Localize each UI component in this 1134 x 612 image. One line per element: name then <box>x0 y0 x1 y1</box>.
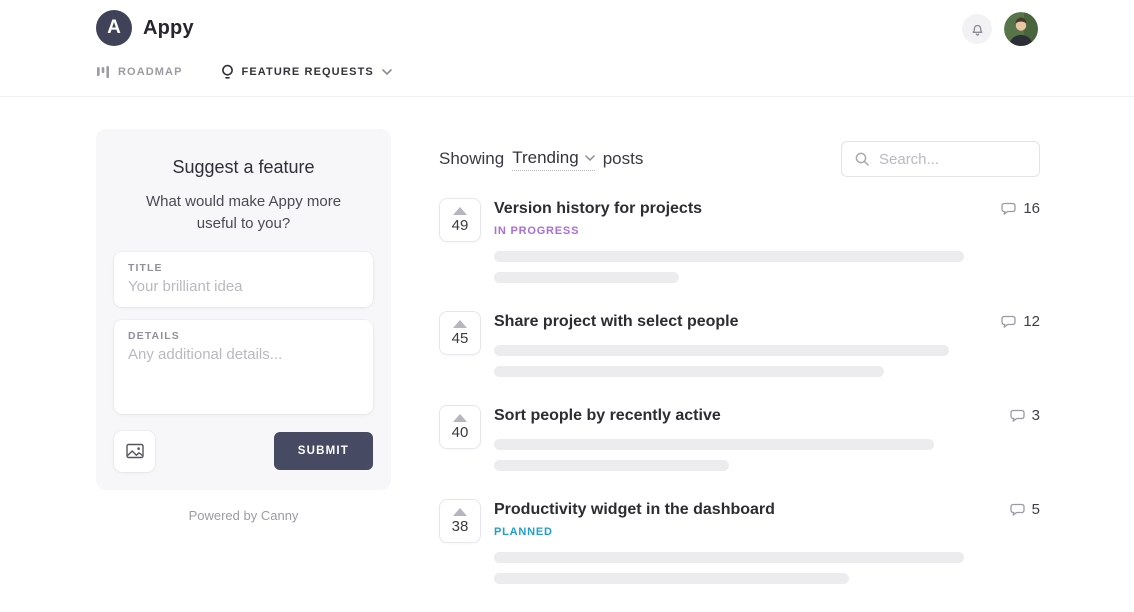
notifications-button[interactable] <box>962 14 992 44</box>
board-header: Showing Trending posts <box>439 141 1040 177</box>
comment-count-value: 12 <box>1023 313 1040 330</box>
details-field-box: DETAILS <box>114 320 373 414</box>
upvote-arrow-icon <box>453 320 467 328</box>
comment-bubble-icon <box>1000 201 1017 217</box>
upvote-button[interactable]: 45 <box>439 311 481 355</box>
title-field-label: TITLE <box>128 262 359 274</box>
app-name: Appy <box>143 17 194 40</box>
showing-prefix: Showing <box>439 149 504 169</box>
chevron-down-icon <box>585 155 595 161</box>
post-row: 38 Productivity widget in the dashboard … <box>439 499 1040 584</box>
post-row: 40 Sort people by recently active 3 <box>439 405 1040 471</box>
upvote-button[interactable]: 49 <box>439 198 481 242</box>
status-badge: PLANNED <box>494 526 1040 538</box>
upvote-button[interactable]: 38 <box>439 499 481 543</box>
suggest-feature-subheading: What would make Appy more useful to you? <box>132 191 355 235</box>
bell-icon <box>970 22 985 37</box>
post-body: Sort people by recently active 3 <box>494 405 1040 471</box>
search-icon <box>854 151 870 167</box>
showing-sort-control: Showing Trending posts <box>439 148 643 171</box>
skeleton-text-bar <box>494 272 679 283</box>
post-body: Share project with select people 12 <box>494 311 1040 377</box>
comment-count[interactable]: 16 <box>1000 200 1040 217</box>
title-input[interactable] <box>128 278 359 295</box>
app-header: A Appy <box>0 0 1134 97</box>
sort-dropdown[interactable]: Trending <box>512 148 594 171</box>
upvote-arrow-icon <box>453 207 467 215</box>
post-title[interactable]: Version history for projects <box>494 200 702 218</box>
nav-feature-requests[interactable]: FEATURE REQUESTS <box>221 64 392 80</box>
posts-list: 49 Version history for projects 16 IN PR… <box>439 198 1040 584</box>
title-field-box: TITLE <box>114 252 373 307</box>
powered-by-canny[interactable]: Powered by Canny <box>96 508 391 523</box>
post-body: Version history for projects 16 IN PROGR… <box>494 198 1040 283</box>
upvote-arrow-icon <box>453 414 467 422</box>
user-avatar[interactable] <box>1004 12 1038 46</box>
comment-bubble-icon <box>1009 502 1026 518</box>
showing-suffix: posts <box>603 149 644 169</box>
post-title[interactable]: Sort people by recently active <box>494 407 721 425</box>
upvote-arrow-icon <box>453 508 467 516</box>
comment-count-value: 16 <box>1023 200 1040 217</box>
status-badge: IN PROGRESS <box>494 225 1040 237</box>
suggest-form-footer: SUBMIT <box>114 431 373 472</box>
board-nav: ROADMAP FEATURE REQUESTS <box>96 64 392 80</box>
brand: A Appy <box>96 10 194 46</box>
upvote-button[interactable]: 40 <box>439 405 481 449</box>
comment-count-value: 5 <box>1032 501 1040 518</box>
vote-count: 45 <box>452 331 469 346</box>
app-logo: A <box>96 10 132 46</box>
attach-image-button[interactable] <box>114 431 155 472</box>
post-row: 49 Version history for projects 16 IN PR… <box>439 198 1040 283</box>
skeleton-text-bar <box>494 573 849 584</box>
comment-count-value: 3 <box>1032 407 1040 424</box>
post-title[interactable]: Share project with select people <box>494 313 739 331</box>
lightbulb-icon <box>221 64 234 80</box>
image-icon <box>126 443 144 459</box>
suggest-feature-card: Suggest a feature What would make Appy m… <box>96 129 391 490</box>
post-body: Productivity widget in the dashboard 5 P… <box>494 499 1040 584</box>
posts-board: Showing Trending posts 49 <box>439 141 1040 612</box>
details-field-label: DETAILS <box>128 330 359 342</box>
search-input[interactable] <box>879 151 1027 168</box>
suggest-feature-heading: Suggest a feature <box>114 157 373 178</box>
header-actions <box>962 12 1038 46</box>
vote-count: 38 <box>452 519 469 534</box>
post-row: 45 Share project with select people 12 <box>439 311 1040 377</box>
nav-feature-requests-label: FEATURE REQUESTS <box>242 66 374 78</box>
vote-count: 49 <box>452 218 469 233</box>
details-textarea[interactable] <box>128 346 359 398</box>
skeleton-text-bar <box>494 251 964 262</box>
post-title[interactable]: Productivity widget in the dashboard <box>494 501 775 519</box>
comment-bubble-icon <box>1009 408 1026 424</box>
comment-count[interactable]: 3 <box>1009 407 1040 424</box>
vote-count: 40 <box>452 425 469 440</box>
submit-button[interactable]: SUBMIT <box>274 432 373 470</box>
skeleton-text-bar <box>494 345 949 356</box>
skeleton-text-bar <box>494 552 964 563</box>
skeleton-text-bar <box>494 460 729 471</box>
comment-count[interactable]: 12 <box>1000 313 1040 330</box>
skeleton-text-bar <box>494 439 934 450</box>
nav-roadmap-label: ROADMAP <box>118 66 183 78</box>
roadmap-bars-icon <box>96 65 110 79</box>
chevron-down-icon <box>382 69 392 75</box>
sort-selected-value: Trending <box>512 148 578 168</box>
skeleton-text-bar <box>494 366 884 377</box>
comment-bubble-icon <box>1000 314 1017 330</box>
app-logo-letter: A <box>107 17 121 39</box>
search-box <box>841 141 1040 177</box>
nav-roadmap[interactable]: ROADMAP <box>96 65 183 79</box>
comment-count[interactable]: 5 <box>1009 501 1040 518</box>
